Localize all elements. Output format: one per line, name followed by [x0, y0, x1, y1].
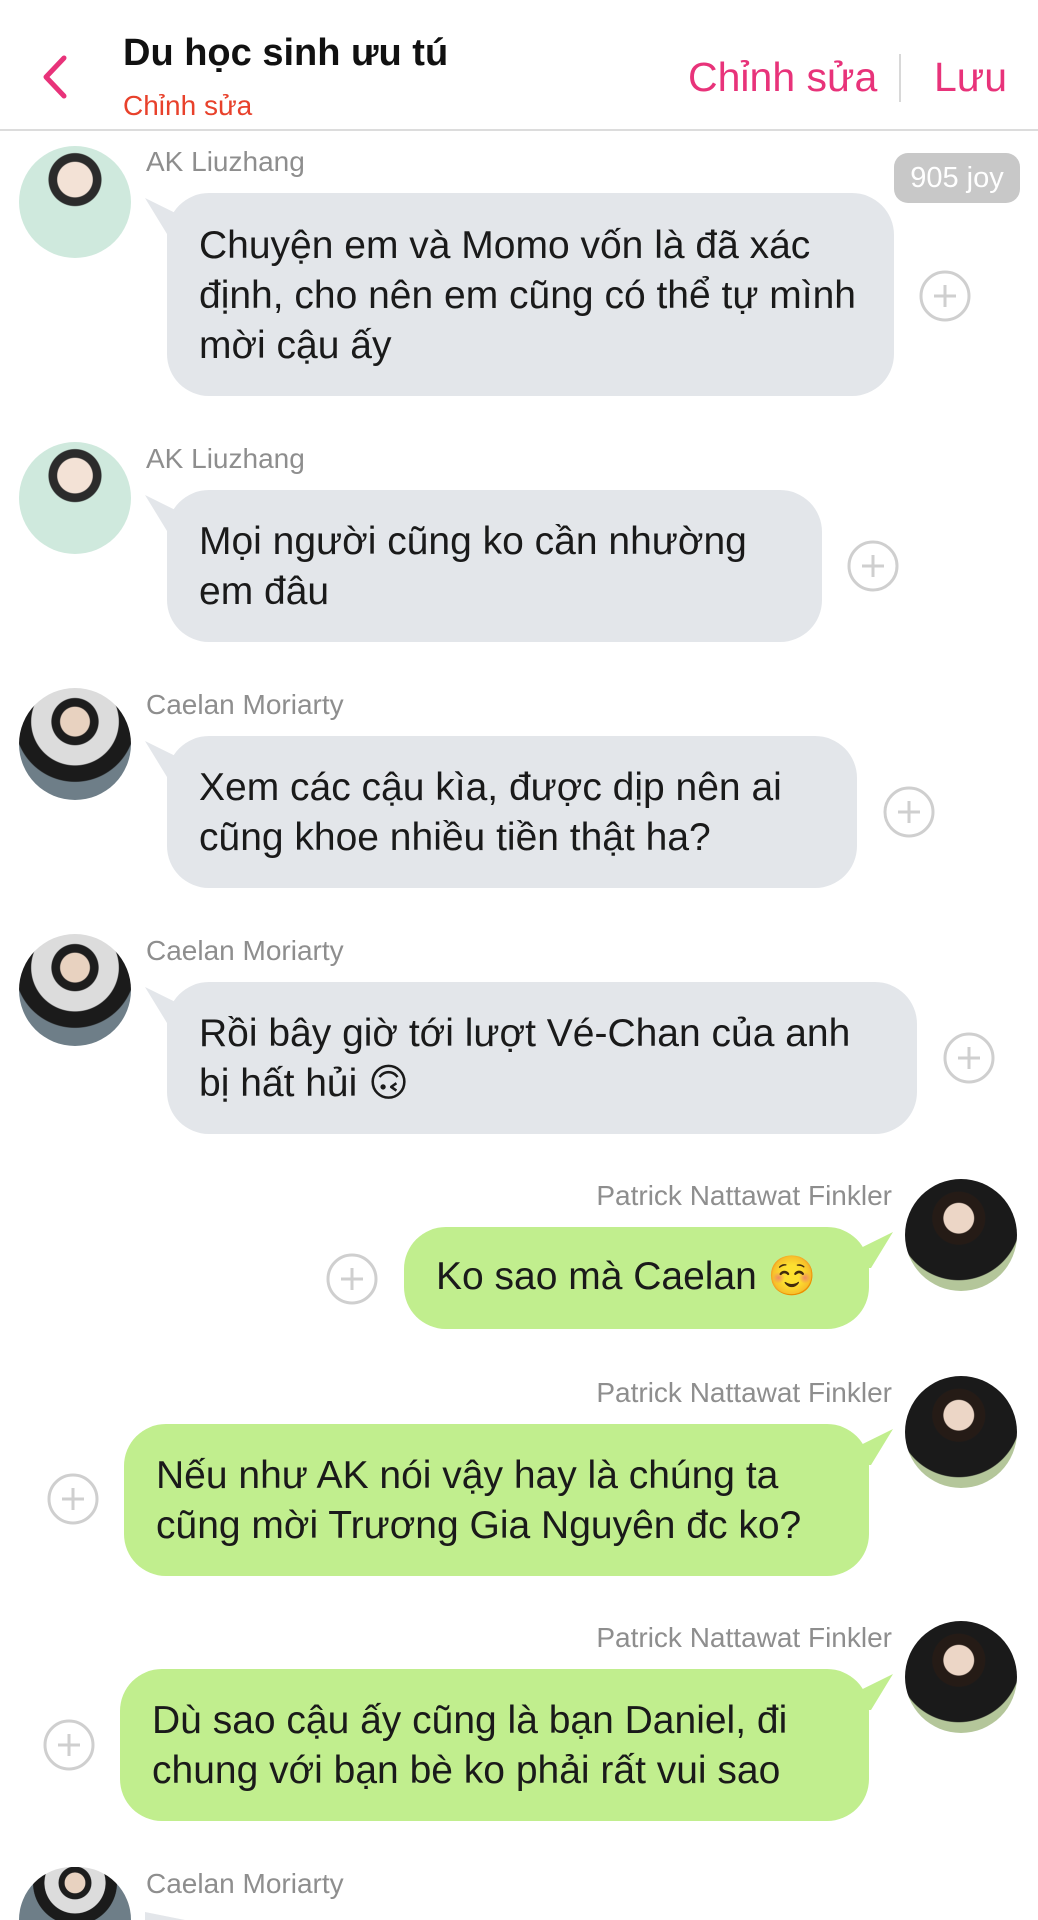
avatar-patrick-nattawat-finkler[interactable]	[905, 1621, 1017, 1733]
message-bubble[interactable]: Ko sao mà Caelan ☺️	[404, 1227, 869, 1329]
add-reaction-icon[interactable]	[43, 1719, 95, 1771]
avatar-caelan-moriarty[interactable]	[19, 688, 131, 800]
message-bubble[interactable]: Nếu như AK nói vậy hay là chúng ta cũng …	[124, 1424, 869, 1576]
avatar-patrick-nattawat-finkler[interactable]	[905, 1179, 1017, 1291]
avatar-caelan-moriarty[interactable]	[19, 934, 131, 1046]
sender-name: Caelan Moriarty	[146, 1868, 344, 1899]
bubble-tail	[145, 1912, 185, 1920]
save-button[interactable]: Lưu	[934, 54, 1007, 101]
back-chevron-icon[interactable]	[38, 54, 72, 100]
add-reaction-icon[interactable]	[47, 1473, 99, 1525]
edit-button[interactable]: Chỉnh sửa	[688, 54, 877, 101]
chat-subtitle-edit[interactable]: Chỉnh sửa	[123, 90, 252, 122]
add-reaction-icon[interactable]	[847, 540, 899, 592]
add-reaction-icon[interactable]	[919, 270, 971, 322]
sender-name: AK Liuzhang	[146, 443, 305, 474]
message-bubble[interactable]: Dù sao cậu ấy cũng là bạn Daniel, đi chu…	[120, 1669, 869, 1821]
avatar-caelan-moriarty[interactable]	[19, 1867, 131, 1920]
message-bubble[interactable]: Mọi người cũng ko cần nhường em đâu	[167, 490, 822, 642]
add-reaction-icon[interactable]	[943, 1032, 995, 1084]
chat-header: Du học sinh ưu tú Chỉnh sửa Chỉnh sửa Lư…	[0, 0, 1038, 131]
message-bubble[interactable]: Rồi bây giờ tới lượt Vé-Chan của anh bị …	[167, 982, 917, 1134]
chat-title: Du học sinh ưu tú	[123, 32, 449, 74]
message-bubble[interactable]: Chuyện em và Momo vốn là đã xác định, ch…	[167, 193, 894, 396]
sender-name: Patrick Nattawat Finkler	[596, 1622, 892, 1653]
sender-name: Caelan Moriarty	[146, 689, 344, 720]
avatar-ak-liuzhang[interactable]	[19, 146, 131, 258]
avatar-ak-liuzhang[interactable]	[19, 442, 131, 554]
header-divider	[899, 54, 901, 102]
sender-name: AK Liuzhang	[146, 146, 305, 177]
joy-count-badge: 905 joy	[894, 153, 1020, 203]
sender-name: Patrick Nattawat Finkler	[596, 1180, 892, 1211]
message-bubble[interactable]: Xem các cậu kìa, được dịp nên ai cũng kh…	[167, 736, 857, 888]
add-reaction-icon[interactable]	[883, 786, 935, 838]
avatar-patrick-nattawat-finkler[interactable]	[905, 1376, 1017, 1488]
sender-name: Patrick Nattawat Finkler	[596, 1377, 892, 1408]
sender-name: Caelan Moriarty	[146, 935, 344, 966]
add-reaction-icon[interactable]	[326, 1253, 378, 1305]
